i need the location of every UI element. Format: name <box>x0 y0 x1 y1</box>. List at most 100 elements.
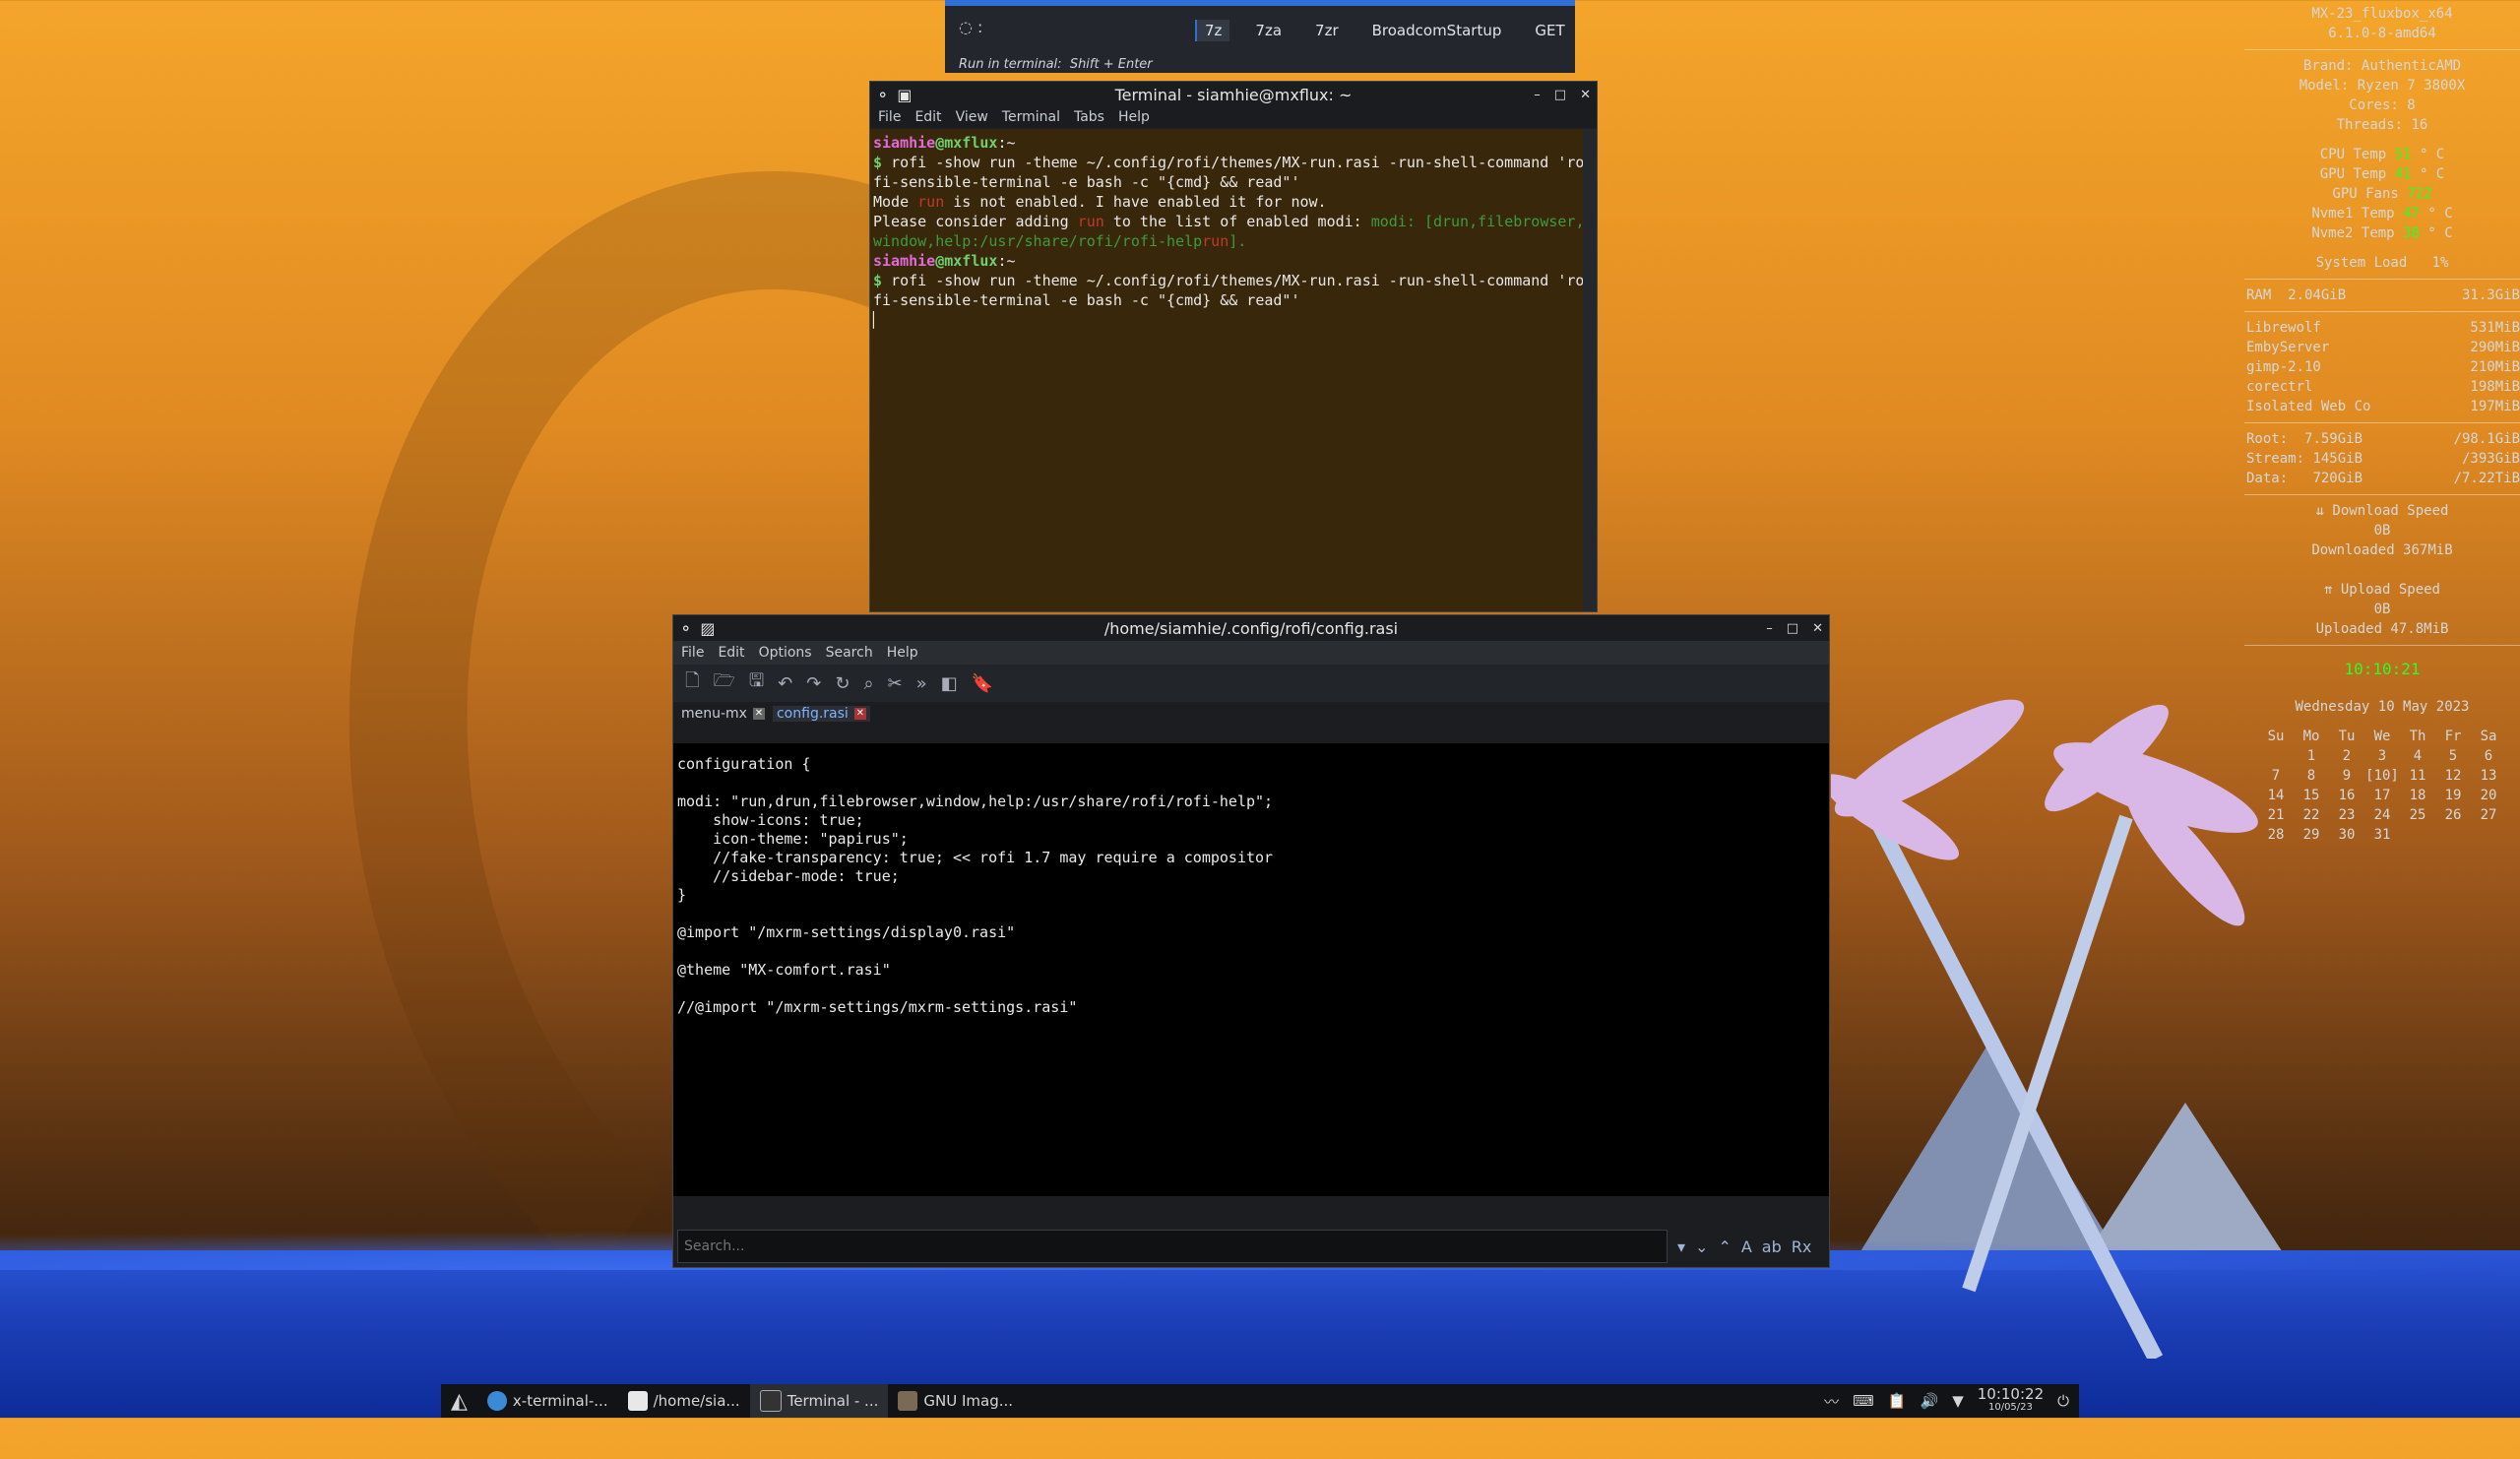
editor-icon: ▨ <box>700 618 716 638</box>
process-name: EmbyServer <box>2246 340 2330 355</box>
load-value: 1% <box>2431 255 2449 271</box>
close-icon[interactable]: ✕ <box>1580 88 1591 102</box>
sensor-label: CPU Temp <box>2319 147 2387 162</box>
editor-tabs: menu-mx ✕ config.rasi ✕ <box>673 702 1829 722</box>
taskbar-item[interactable]: /home/sia... <box>618 1384 750 1418</box>
menu-help[interactable]: Help <box>1118 109 1150 125</box>
clipboard-icon[interactable]: 📋 <box>1888 1392 1907 1410</box>
menu-tabs[interactable]: Tabs <box>1074 109 1104 125</box>
code-line: //fake-transparency: true; << rofi 1.7 m… <box>677 849 1274 866</box>
rofi-item[interactable]: GET <box>1527 20 1572 41</box>
sensor-label: Nvme2 Temp <box>2311 225 2395 241</box>
close-tab-icon[interactable]: ✕ <box>853 708 866 720</box>
find-next-icon[interactable]: ⌄ <box>1695 1237 1708 1256</box>
command-line: fi-sensible-terminal -e bash -c "{cmd} &… <box>873 173 1300 191</box>
tab-menu-mx[interactable]: menu-mx ✕ <box>677 706 769 722</box>
keyboard-icon[interactable]: ⌨ <box>1853 1392 1874 1410</box>
search-input[interactable] <box>677 1230 1668 1263</box>
volume-icon[interactable]: 🔊 <box>1921 1392 1939 1410</box>
taskbar-item[interactable]: GNU Imag... <box>888 1384 1023 1418</box>
window-menu-icon[interactable]: ⚬ <box>876 86 889 104</box>
minimize-icon[interactable]: – <box>1534 88 1541 102</box>
activity-icon[interactable]: 〰 <box>1824 1391 1839 1412</box>
calendar: Su Mo Tu We Th Fr Sa 1 2 3 4 5 6 7 8 9 [10] 11 12 13 14 15 16 1… <box>2258 727 2520 845</box>
window-menu-icon[interactable]: ⚬ <box>679 619 692 638</box>
terminal-titlebar[interactable]: ⚬ ▣ Terminal - siamhie@mxflux: ~ – □ ✕ <box>870 82 1597 107</box>
sensor-value: 722 <box>2407 186 2432 202</box>
taskbar-item[interactable]: Terminal - ... <box>749 1384 889 1418</box>
menu-help[interactable]: Help <box>887 645 918 661</box>
start-menu-button[interactable]: ◭ <box>441 1384 477 1418</box>
reload-icon[interactable]: ↻ <box>835 673 850 694</box>
code-line: icon-theme: "papirus"; <box>677 830 909 848</box>
calendar-day: 31 <box>2373 827 2391 843</box>
regex-icon[interactable]: Rx <box>1792 1237 1812 1256</box>
calendar-day: 15 <box>2302 788 2320 803</box>
code-line: //sidebar-mode: true; <box>677 867 900 885</box>
mx-logo-icon: ◭ <box>451 1388 468 1414</box>
menu-edit[interactable]: Edit <box>718 645 744 661</box>
calendar-header: Th <box>2409 729 2426 744</box>
search-history-icon[interactable]: ▾ <box>1677 1237 1685 1256</box>
replace-icon[interactable]: ✂ <box>888 673 903 694</box>
terminal-output[interactable]: siamhie@mxflux:~ $ rofi -show run -theme… <box>870 129 1583 611</box>
calendar-day: 29 <box>2302 827 2320 843</box>
match-case-icon[interactable]: A <box>1741 1237 1752 1256</box>
maximize-icon[interactable]: □ <box>1554 88 1566 102</box>
divider <box>2244 49 2520 50</box>
code-area[interactable]: configuration { modi: "run,drun,filebrow… <box>673 743 1829 1196</box>
sidepanel-icon[interactable]: ◧ <box>941 673 958 694</box>
taskbar-item[interactable]: x-terminal-... <box>477 1384 618 1418</box>
rofi-item[interactable]: 7z <box>1195 20 1230 41</box>
editor-menubar: File Edit Options Search Help <box>673 641 1829 665</box>
editor-titlebar[interactable]: ⚬ ▨ /home/siamhie/.config/rofi/config.ras… <box>673 615 1829 641</box>
calendar-day: 26 <box>2444 807 2462 823</box>
close-tab-icon[interactable]: ✕ <box>752 708 765 720</box>
disk-used: 145GiB <box>2312 451 2363 467</box>
disk-label: Data: <box>2246 471 2289 486</box>
rofi-item[interactable]: 7za <box>1247 20 1290 41</box>
taskbar-clock[interactable]: 10:10:22 10/05/23 <box>1978 1387 2044 1415</box>
calendar-header: We <box>2373 729 2391 744</box>
menu-view[interactable]: View <box>956 109 988 125</box>
calendar-day: 7 <box>2271 768 2281 784</box>
rofi-item[interactable]: BroadcomStartup <box>1364 20 1510 41</box>
ram-total: 31.3GiB <box>2461 287 2520 303</box>
save-icon[interactable]: 🖫 <box>749 668 764 698</box>
maximize-icon[interactable]: □ <box>1787 621 1798 636</box>
minimize-icon[interactable]: – <box>1766 621 1773 636</box>
calendar-day: 12 <box>2444 768 2462 784</box>
calendar-day: 4 <box>2413 748 2423 764</box>
menu-options[interactable]: Options <box>759 645 812 661</box>
bookmark-icon[interactable]: 🔖 <box>972 673 993 694</box>
close-icon[interactable]: ✕ <box>1812 621 1823 636</box>
menu-edit[interactable]: Edit <box>914 109 941 125</box>
prompt-at: @ <box>935 134 945 152</box>
disk-label: Root: <box>2246 431 2289 447</box>
output-text: run <box>1202 232 1229 250</box>
menu-file[interactable]: File <box>681 645 704 661</box>
find-icon[interactable]: ⌕ <box>863 673 873 694</box>
calendar-day: 28 <box>2267 827 2285 843</box>
power-icon[interactable]: ⏻ <box>2057 1392 2069 1410</box>
menu-terminal[interactable]: Terminal <box>1002 109 1060 125</box>
terminal-window: ⚬ ▣ Terminal - siamhie@mxflux: ~ – □ ✕ File… <box>869 81 1598 612</box>
open-folder-icon[interactable]: 🗁 <box>713 668 734 698</box>
rofi-item[interactable]: 7zr <box>1307 20 1347 41</box>
calendar-day: 21 <box>2267 807 2285 823</box>
tab-config-rasi[interactable]: config.rasi ✕ <box>772 706 870 722</box>
network-icon[interactable]: ▼ <box>1952 1392 1964 1410</box>
goto-icon[interactable]: » <box>916 673 927 694</box>
undo-icon[interactable]: ↶ <box>778 673 792 694</box>
divider <box>2244 279 2520 280</box>
find-previous-icon[interactable]: ⌃ <box>1718 1237 1731 1256</box>
whole-word-icon[interactable]: ab <box>1762 1237 1782 1256</box>
terminal-scrollbar[interactable] <box>1583 129 1597 611</box>
menu-file[interactable]: File <box>878 109 901 125</box>
process-mem: 290MiB <box>2470 340 2520 355</box>
threads-label: Threads: <box>2336 117 2404 133</box>
rofi-launcher: ◌ : 7z 7za 7zr BroadcomStartup GET Run i… <box>945 0 1575 73</box>
redo-icon[interactable]: ↷ <box>806 673 821 694</box>
menu-search[interactable]: Search <box>826 645 873 661</box>
new-file-icon[interactable]: 🗋 <box>685 668 699 698</box>
